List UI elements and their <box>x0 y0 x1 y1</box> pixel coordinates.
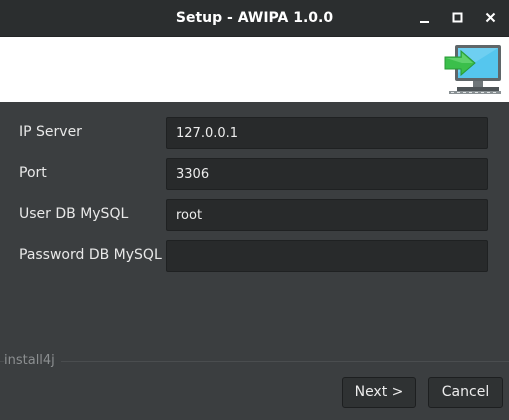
next-button[interactable]: Next > <box>342 377 416 408</box>
cancel-button[interactable]: Cancel <box>428 377 503 408</box>
port-input[interactable] <box>166 158 488 190</box>
install4j-brand: install4j <box>4 352 61 370</box>
port-label: Port <box>19 165 47 181</box>
maximize-button[interactable] <box>449 9 467 27</box>
ip-server-label: IP Server <box>19 124 82 140</box>
user-db-mysql-input[interactable] <box>166 199 488 231</box>
header-banner <box>0 37 509 102</box>
maximize-icon <box>452 12 463 23</box>
minimize-button[interactable] <box>416 9 434 27</box>
title-bar[interactable]: Setup - AWIPA 1.0.0 <box>0 0 509 37</box>
password-db-mysql-label: Password DB MySQL <box>19 247 162 263</box>
ip-server-input[interactable] <box>166 117 488 149</box>
footer-divider <box>0 361 509 362</box>
installer-monitor-arrow-icon <box>443 43 505 97</box>
user-db-mysql-label: User DB MySQL <box>19 206 129 222</box>
close-icon <box>485 12 496 23</box>
password-db-mysql-input[interactable] <box>166 240 488 272</box>
close-button[interactable] <box>482 9 500 27</box>
minimize-icon <box>420 21 429 23</box>
